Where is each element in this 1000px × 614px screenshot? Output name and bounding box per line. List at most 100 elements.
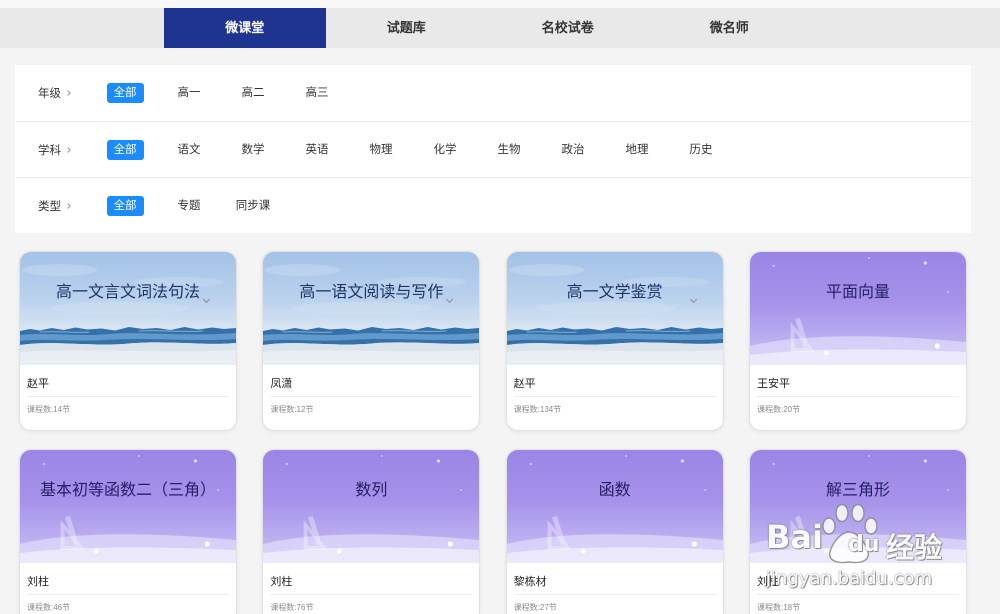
course-card[interactable]: 函数 黎栋材 课程数:27节 — [505, 449, 724, 614]
filter-option-biology[interactable]: 生物 — [477, 140, 541, 160]
filter-option-math[interactable]: 数学 — [221, 140, 285, 160]
card-body: 刘柱 课程数:76节 — [263, 563, 479, 613]
tab-micro-class[interactable]: 微课堂 — [164, 8, 326, 48]
filter-option-chinese[interactable]: 语文 — [157, 140, 221, 160]
course-title: 解三角形 — [825, 482, 890, 499]
card-body: 刘柱 课程数:46节 — [20, 563, 236, 613]
course-cover: 高一文学鉴赏 — [506, 252, 723, 365]
geometry-ruler-illustration — [263, 455, 480, 563]
filter-label-text: 年级 — [38, 88, 61, 100]
lesson-count: 课程数:14节 — [27, 405, 71, 414]
filter-option-geography[interactable]: 地理 — [605, 140, 669, 160]
filter-option-label: 化学 — [433, 143, 457, 156]
course-grid: 高一文言文词法句法 赵平 课程数:14节 高一语文阅读与写作 凤潇 课程数:12… — [19, 251, 967, 614]
lesson-count: 课程数:12节 — [270, 405, 314, 414]
card-body: 刘柱 课程数:18节 — [750, 563, 966, 613]
filter-option-history[interactable]: 历史 — [669, 140, 733, 160]
filter-row-grade: 年级 全部 高一 高二 高三 — [15, 65, 971, 121]
card-body: 赵平 课程数:14节 — [20, 365, 236, 415]
teacher-name: 赵平 — [513, 365, 716, 397]
card-body: 赵平 课程数:134节 — [507, 365, 723, 415]
filter-option-label: 全部 — [106, 195, 144, 216]
chevron-right-icon — [65, 146, 71, 153]
filter-option-label: 全部 — [106, 83, 144, 103]
course-cover: 解三角形 — [749, 450, 966, 563]
geometry-ruler-illustration — [749, 257, 966, 365]
lesson-count: 课程数:20节 — [756, 405, 801, 414]
course-cover: 基本初等函数二（三角） — [20, 450, 236, 563]
filter-options-type: 全部 专题 同步课 — [93, 195, 285, 216]
teacher-name: 黎栋材 — [513, 563, 716, 595]
card-body: 黎栋材 课程数:27节 — [507, 563, 723, 613]
filter-option-sync-course[interactable]: 同步课 — [221, 196, 285, 216]
filter-option-physics[interactable]: 物理 — [349, 140, 413, 160]
filter-option-label: 数学 — [241, 143, 265, 156]
filter-option-senior-3[interactable]: 高三 — [285, 83, 349, 103]
filter-option-label: 地理 — [625, 143, 649, 156]
lesson-count: 课程数:134节 — [513, 405, 562, 414]
filter-option-all[interactable]: 全部 — [93, 195, 157, 216]
course-card[interactable]: 高一语文阅读与写作 凤潇 课程数:12节 — [262, 251, 481, 431]
tab-question-bank[interactable]: 试题库 — [326, 8, 488, 48]
course-title: 基本初等函数二（三角） — [39, 482, 216, 499]
sea-horizon-illustration — [263, 263, 480, 365]
tab-school-papers[interactable]: 名校试卷 — [487, 8, 649, 48]
filter-option-label: 物理 — [369, 143, 393, 156]
filter-option-label: 高一 — [177, 87, 201, 99]
lesson-count: 课程数:18节 — [756, 603, 801, 612]
filter-option-label: 高二 — [241, 87, 265, 99]
filter-option-label: 历史 — [689, 143, 713, 156]
teacher-name: 刘柱 — [756, 563, 959, 595]
top-strip — [0, 0, 1000, 8]
filter-options-subject: 全部 语文 数学 英语 物理 化学 生物 政治 地理 历史 — [93, 139, 733, 160]
teacher-name: 赵平 — [27, 365, 229, 397]
filter-row-type: 类型 全部 专题 同步课 — [15, 177, 971, 233]
lesson-count: 课程数:76节 — [270, 603, 314, 612]
chevron-right-icon — [65, 90, 71, 96]
course-card[interactable]: 解三角形 刘柱 课程数:18节 — [748, 449, 967, 614]
filter-option-all[interactable]: 全部 — [93, 139, 157, 160]
filter-option-all[interactable]: 全部 — [93, 83, 157, 103]
geometry-ruler-illustration — [20, 455, 236, 563]
filter-label-text: 类型 — [38, 200, 61, 213]
course-cover: 高一文言文词法句法 — [20, 252, 236, 365]
geometry-ruler-illustration — [749, 455, 966, 563]
sea-horizon-illustration — [506, 263, 723, 365]
course-card[interactable]: 高一文言文词法句法 赵平 课程数:14节 — [19, 251, 237, 431]
course-title: 数列 — [355, 482, 388, 499]
tab-famous-teachers[interactable]: 微名师 — [649, 8, 811, 48]
chevron-right-icon — [65, 202, 71, 209]
filter-option-label: 全部 — [106, 139, 144, 160]
nav-tabs: 微课堂 试题库 名校试卷 微名师 — [164, 8, 810, 48]
sea-horizon-illustration — [20, 263, 236, 365]
course-card[interactable]: 高一文学鉴赏 赵平 课程数:134节 — [505, 251, 724, 431]
filter-label-text: 学科 — [38, 144, 61, 157]
teacher-name: 刘柱 — [270, 563, 473, 595]
filter-option-label: 专题 — [177, 199, 201, 212]
lesson-count: 课程数:46节 — [27, 603, 71, 612]
filter-label-subject: 学科 — [15, 142, 93, 158]
teacher-name: 王安平 — [756, 365, 959, 397]
filter-label-type: 类型 — [15, 198, 93, 214]
filter-row-subject: 学科 全部 语文 数学 英语 物理 化学 生物 政治 地理 历史 — [15, 121, 971, 177]
filter-option-politics[interactable]: 政治 — [541, 140, 605, 160]
course-cover: 函数 — [506, 450, 723, 563]
course-cover: 高一语文阅读与写作 — [263, 252, 480, 365]
filter-option-label: 同步课 — [235, 199, 271, 212]
filter-option-english[interactable]: 英语 — [285, 140, 349, 160]
course-card[interactable]: 数列 刘柱 课程数:76节 — [262, 449, 481, 614]
filter-option-label: 政治 — [561, 143, 585, 156]
teacher-name: 刘柱 — [27, 563, 229, 595]
filter-option-chemistry[interactable]: 化学 — [413, 140, 477, 160]
filter-option-topic[interactable]: 专题 — [157, 196, 221, 216]
geometry-ruler-illustration — [506, 455, 723, 563]
course-title: 函数 — [598, 482, 631, 499]
course-card[interactable]: 平面向量 王安平 课程数:20节 — [748, 251, 967, 431]
course-cover: 平面向量 — [749, 252, 966, 365]
filter-option-senior-2[interactable]: 高二 — [221, 83, 285, 103]
filter-option-senior-1[interactable]: 高一 — [157, 83, 221, 103]
course-card[interactable]: 基本初等函数二（三角） 刘柱 课程数:46节 — [19, 449, 237, 614]
main-nav: 微课堂 试题库 名校试卷 微名师 — [0, 8, 1000, 48]
filter-option-label: 英语 — [305, 143, 329, 156]
course-cover: 数列 — [263, 450, 480, 563]
